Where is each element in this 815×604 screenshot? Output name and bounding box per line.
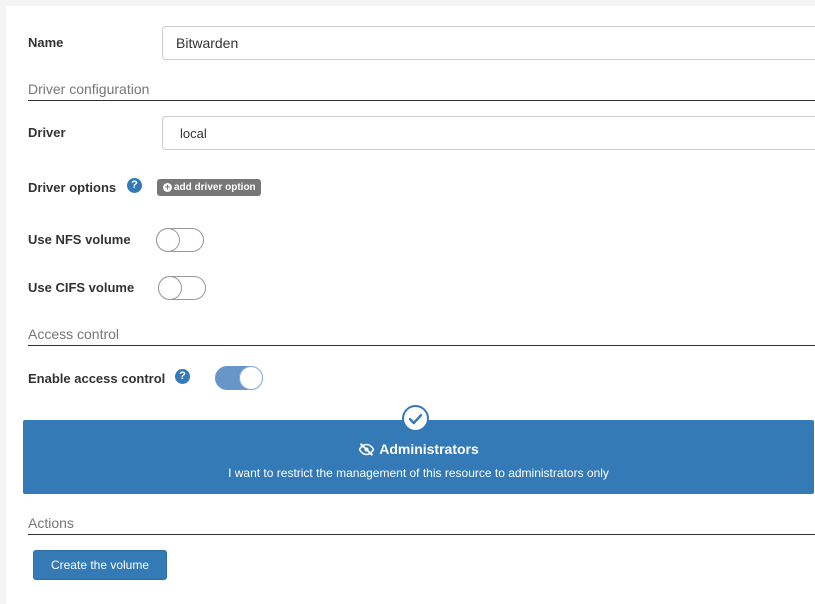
use-cifs-toggle[interactable]: [158, 276, 206, 300]
driver-select-value: local: [180, 125, 207, 141]
use-cifs-label: Use CIFS volume: [28, 280, 135, 295]
plus-circle-icon: +: [163, 182, 172, 192]
use-nfs-toggle-knob: [157, 229, 179, 251]
create-volume-button[interactable]: Create the volume: [33, 550, 167, 580]
check-icon: [408, 413, 423, 424]
driver-label: Driver: [28, 125, 66, 140]
name-input[interactable]: Bitwarden: [162, 26, 815, 60]
volume-form-panel: Name Bitwarden Driver configuration Driv…: [6, 6, 815, 604]
enable-access-control-label: Enable access control: [28, 371, 166, 386]
use-nfs-label: Use NFS volume: [28, 232, 131, 247]
enable-access-control-toggle-knob: [240, 367, 262, 389]
use-nfs-toggle[interactable]: [156, 228, 204, 252]
administrators-option-description: I want to restrict the management of thi…: [228, 466, 609, 480]
driver-select[interactable]: local: [162, 116, 815, 150]
name-label: Name: [28, 35, 64, 50]
actions-divider: [28, 534, 815, 535]
actions-title: Actions: [28, 515, 74, 531]
eye-slash-icon: [358, 443, 375, 456]
question-circle-icon[interactable]: ?: [127, 178, 142, 193]
use-cifs-toggle-knob: [159, 277, 181, 299]
name-input-value: Bitwarden: [176, 35, 239, 51]
add-driver-option-label: add driver option: [174, 182, 256, 193]
driver-configuration-title: Driver configuration: [28, 81, 150, 97]
administrators-option-title-text: Administrators: [379, 441, 479, 457]
driver-options-label: Driver options: [28, 180, 117, 195]
check-circle-icon: [402, 405, 429, 432]
add-driver-option-button[interactable]: + add driver option: [157, 179, 261, 196]
question-circle-icon[interactable]: ?: [175, 369, 190, 384]
driver-configuration-divider: [28, 100, 815, 101]
administrators-option-title: Administrators: [23, 441, 814, 457]
access-control-divider: [28, 345, 815, 346]
access-control-title: Access control: [28, 326, 120, 342]
enable-access-control-toggle[interactable]: [215, 366, 263, 390]
